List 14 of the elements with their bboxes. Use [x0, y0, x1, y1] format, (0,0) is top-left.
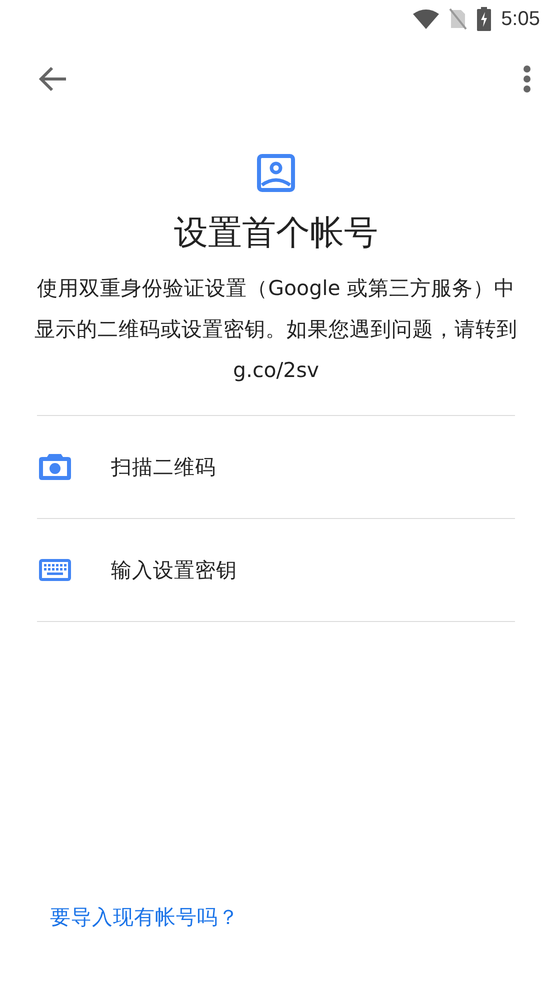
battery-charging-icon	[477, 7, 492, 31]
camera-icon	[39, 454, 71, 480]
wifi-icon	[413, 9, 440, 29]
more-options-button[interactable]	[522, 65, 532, 93]
account-box-icon	[257, 154, 295, 192]
option-item[interactable]: 输入设置密钥	[37, 519, 515, 622]
keyboard-icon	[39, 559, 71, 581]
no-sim-icon	[449, 8, 468, 30]
clock-time: 5:05	[501, 8, 540, 30]
option-item[interactable]: 扫描二维码	[37, 416, 515, 519]
import-account-link[interactable]: 要导入现有帐号吗？	[50, 905, 239, 929]
instruction-text: 使用双重身份验证设置（Google 或第三方服务）中显示的二维码或设置密钥。如果您遇到问题，请转到 g.co/2sv	[34, 275, 518, 384]
back-button[interactable]	[38, 65, 68, 93]
page-title: 设置首个帐号	[174, 212, 378, 255]
